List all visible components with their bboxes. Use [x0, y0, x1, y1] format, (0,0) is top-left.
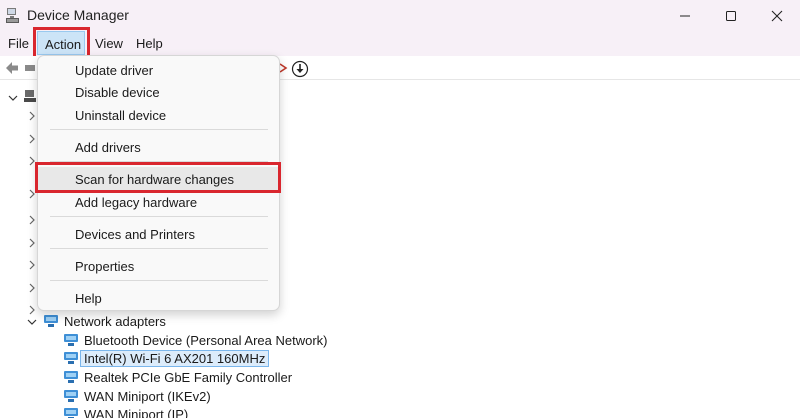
- window-title: Device Manager: [27, 7, 129, 23]
- chevron-right-icon[interactable]: [27, 215, 37, 225]
- menu-separator: [50, 248, 268, 249]
- minimize-button[interactable]: [662, 0, 708, 32]
- menu-bar: File View Help: [0, 32, 800, 56]
- tree-item-label: Network adapters: [64, 313, 166, 329]
- menu-item-add-drivers[interactable]: Add drivers: [38, 135, 279, 159]
- menu-item-label: Add drivers: [75, 140, 141, 155]
- forward-arrow-icon[interactable]: [24, 60, 36, 76]
- computer-icon: [24, 90, 36, 102]
- menu-separator: [50, 280, 268, 281]
- chevron-right-icon[interactable]: [27, 134, 37, 144]
- update-driver-icon[interactable]: [291, 60, 309, 78]
- chevron-right-icon[interactable]: [27, 305, 37, 315]
- tree-item-label: WAN Miniport (IKEv2): [84, 388, 211, 404]
- tree-item-wan-ip[interactable]: WAN Miniport (IP): [63, 405, 188, 418]
- menu-item-scan-hardware-changes[interactable]: Scan for hardware changes: [38, 167, 279, 191]
- menu-item-disable-device[interactable]: Disable device: [38, 80, 279, 104]
- menu-item-devices-and-printers[interactable]: Devices and Printers: [38, 222, 279, 246]
- tree-item-label: Realtek PCIe GbE Family Controller: [84, 369, 293, 385]
- chevron-right-icon[interactable]: [27, 189, 37, 199]
- menu-item-uninstall-device[interactable]: Uninstall device: [38, 103, 279, 127]
- menu-separator: [50, 161, 268, 162]
- menu-action[interactable]: Action: [37, 31, 85, 55]
- close-icon: [771, 10, 783, 22]
- back-arrow-icon[interactable]: [4, 60, 20, 76]
- menu-item-properties[interactable]: Properties: [38, 254, 279, 278]
- menu-help[interactable]: Help: [136, 36, 163, 51]
- chevron-right-icon[interactable]: [27, 260, 37, 270]
- chevron-right-icon[interactable]: [27, 111, 37, 121]
- chevron-down-icon[interactable]: [27, 317, 37, 327]
- menu-item-update-driver[interactable]: Update driver: [38, 58, 279, 82]
- network-adapter-icon: [64, 390, 78, 402]
- maximize-button[interactable]: [708, 0, 754, 32]
- tree-item-intel-wifi[interactable]: Intel(R) Wi-Fi 6 AX201 160MHz: [63, 349, 270, 367]
- tree-item-label: Intel(R) Wi-Fi 6 AX201 160MHz: [80, 349, 270, 367]
- tree-item-wan-ikev2[interactable]: WAN Miniport (IKEv2): [63, 387, 211, 405]
- menu-item-label: Disable device: [75, 85, 160, 100]
- close-button[interactable]: [754, 0, 800, 32]
- network-adapter-icon: [64, 334, 78, 346]
- menu-separator: [50, 216, 268, 217]
- chevron-right-icon[interactable]: [27, 283, 37, 293]
- menu-view[interactable]: View: [95, 36, 123, 51]
- network-adapter-icon: [64, 408, 78, 418]
- device-manager-icon: [6, 8, 19, 23]
- network-adapter-icon: [44, 315, 58, 327]
- chevron-down-icon[interactable]: [8, 93, 18, 103]
- minimize-icon: [680, 15, 690, 17]
- network-adapter-icon: [64, 371, 78, 383]
- menu-file[interactable]: File: [8, 36, 29, 51]
- menu-item-label: Uninstall device: [75, 108, 167, 123]
- tree-item-realtek[interactable]: Realtek PCIe GbE Family Controller: [63, 368, 292, 386]
- menu-item-help[interactable]: Help: [38, 286, 279, 310]
- menu-item-label: Update driver: [75, 63, 154, 78]
- title-bar: Device Manager: [0, 0, 800, 32]
- menu-item-label: Properties: [75, 259, 135, 274]
- chevron-right-icon[interactable]: [27, 156, 37, 166]
- menu-item-label: Scan for hardware changes: [75, 172, 234, 187]
- tree-item-label: Bluetooth Device (Personal Area Network): [84, 332, 328, 348]
- menu-item-label: Help: [75, 291, 102, 306]
- tree-item-network-adapters[interactable]: Network adapters: [43, 312, 166, 330]
- chevron-right-icon[interactable]: [27, 238, 37, 248]
- maximize-icon: [726, 11, 736, 21]
- tree-item-label: WAN Miniport (IP): [84, 406, 189, 418]
- menu-separator: [50, 129, 268, 130]
- tree-item-bluetooth-device[interactable]: Bluetooth Device (Personal Area Network): [63, 331, 328, 349]
- menu-item-add-legacy-hardware[interactable]: Add legacy hardware: [38, 190, 279, 214]
- menu-item-label: Devices and Printers: [75, 227, 195, 242]
- menu-item-label: Add legacy hardware: [75, 195, 198, 210]
- action-dropdown-menu: Update driver Disable device Uninstall d…: [37, 55, 280, 311]
- network-adapter-icon: [64, 352, 78, 364]
- menu-action-label: Action: [45, 37, 82, 52]
